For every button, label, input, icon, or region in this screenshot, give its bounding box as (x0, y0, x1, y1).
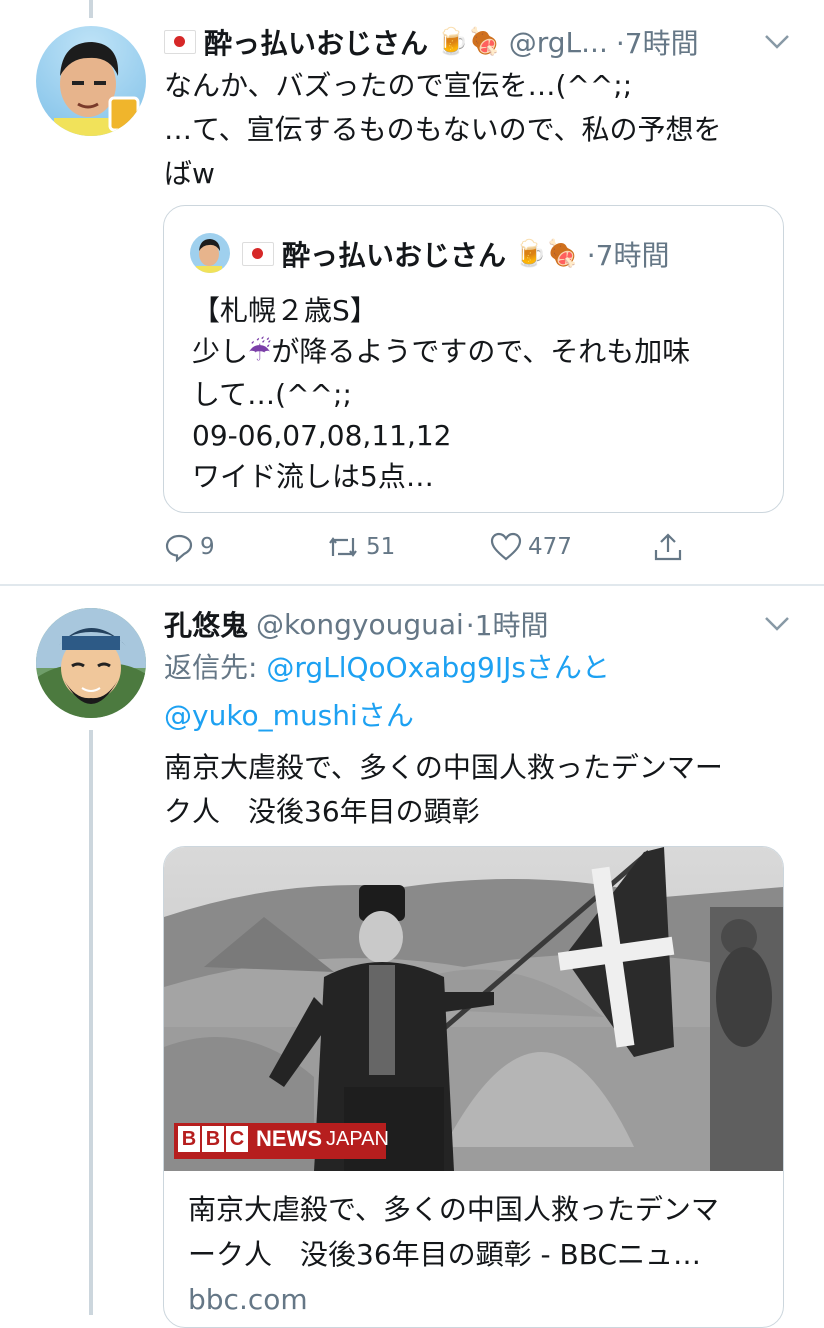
reply-button[interactable]: 9 (164, 532, 215, 562)
japan-flag-icon (164, 30, 196, 54)
tweet-header: 孔悠鬼 @kongyouguai ·1時間 (164, 604, 549, 644)
tweet-text-line: ク人 没後36年目の顕彰 (164, 795, 480, 828)
quote-text-span: 少し (192, 335, 249, 368)
reply-context-line: 返信先: @rgLlQoOxabg9IJsさんと (164, 646, 784, 690)
mention-link[interactable]: @rgLlQoOxabg9IJs (266, 651, 526, 684)
chevron-down-icon[interactable] (764, 34, 790, 50)
timestamp[interactable]: ·1時間 (466, 604, 549, 644)
quote-text-line: 少し☔が降るようですので、それも加味 (192, 331, 762, 374)
share-icon (654, 533, 682, 561)
quote-text-line: 【札幌２歳S】 (192, 294, 378, 327)
tweet-divider (0, 584, 824, 586)
reply-prefix: 返信先: (164, 651, 267, 684)
like-button[interactable]: 477 (490, 532, 572, 562)
reply-count: 9 (200, 534, 215, 560)
handle[interactable]: @rgL... (509, 26, 608, 59)
reply-context-line: @yuko_mushiさん (164, 694, 784, 738)
avatar[interactable] (36, 26, 146, 136)
quote-avatar (190, 233, 230, 273)
tweet-text: なんか、バズったので宣伝を…(^^;; …て、宣伝するものもないので、私の予想を… (164, 64, 784, 196)
name-emojis: 🍺🍖 (436, 27, 501, 57)
quoted-tweet[interactable]: 酔っ払いおじさん 🍺🍖 ·7時間 【札幌２歳S】 少し☔が降るようですので、それ… (163, 205, 784, 513)
display-name[interactable]: 酔っ払いおじさん (204, 22, 428, 62)
bbc-letter-block: C (226, 1126, 248, 1152)
tweet-text-line: なんか、バズったので宣伝を…(^^;; (164, 69, 633, 102)
like-count: 477 (528, 534, 572, 560)
card-text: 南京大虐殺で、多くの中国人救ったデンマ ーク人 没後36年目の顕彰 - BBCニ… (188, 1187, 768, 1322)
retweet-button[interactable]: 51 (326, 532, 395, 562)
display-name[interactable]: 孔悠鬼 (164, 604, 248, 644)
thread-line-bottom (89, 730, 93, 1315)
quote-text-span: が降るようですので、それも加味 (271, 335, 691, 368)
avatar[interactable] (36, 608, 146, 718)
quote-text-line: 09-06,07,08,11,12 (192, 418, 452, 452)
quote-header: 酔っ払いおじさん 🍺🍖 ·7時間 (242, 234, 669, 274)
bbc-news-japan-logo: BBC NEWS JAPAN (178, 1126, 389, 1152)
quote-display-name: 酔っ払いおじさん (282, 239, 507, 272)
bbc-badge: BBC (178, 1126, 248, 1152)
card-image: BBC NEWS JAPAN (164, 847, 783, 1171)
timestamp[interactable]: ·7時間 (616, 22, 699, 62)
quote-text-line: して…(^^;; (192, 377, 352, 411)
heart-icon (490, 532, 522, 561)
japan-flag-icon (242, 242, 274, 266)
reply-icon (165, 534, 193, 562)
card-title-line: 南京大虐殺で、多くの中国人救ったデンマ (188, 1193, 719, 1226)
reply-suffix: さん (357, 699, 414, 732)
logo-news: NEWS (256, 1126, 322, 1151)
quote-text-line: ワイド流しは5点… (192, 459, 434, 493)
thread-line-top (89, 0, 93, 18)
reply-context: 返信先: @rgLlQoOxabg9IJsさんと @yuko_mushiさん (164, 646, 784, 738)
handle[interactable]: @kongyouguai (256, 608, 464, 641)
bbc-letter-block: B (202, 1126, 224, 1152)
tweet-text: 南京大虐殺で、多くの中国人救ったデンマー ク人 没後36年目の顕彰 (164, 746, 784, 834)
card-title-line: ーク人 没後36年目の顕彰 - BBCニュ… (188, 1238, 702, 1271)
retweet-icon (329, 537, 357, 557)
quote-name-emojis: 🍺🍖 (514, 239, 579, 269)
reply-mid: さんと (525, 651, 610, 684)
tweet-text-line: …て、宣伝するものもないので、私の予想を (164, 113, 722, 146)
share-button[interactable] (652, 531, 684, 563)
logo-bbc: BBC (178, 1126, 248, 1152)
link-card[interactable]: BBC NEWS JAPAN 南京大虐殺で、多くの中国人救ったデンマ ーク人 没… (163, 846, 784, 1328)
tweet-text-line: ばw (164, 157, 215, 190)
bbc-letter-block: B (178, 1126, 200, 1152)
logo-japan: JAPAN (326, 1127, 389, 1150)
tweet-header: 酔っ払いおじさん 🍺🍖 @rgL... ·7時間 (164, 22, 699, 62)
chevron-down-icon[interactable] (764, 616, 790, 632)
retweet-count: 51 (366, 534, 396, 560)
quote-timestamp: ·7時間 (586, 239, 670, 272)
card-domain: bbc.com (188, 1283, 308, 1316)
tweet-text-line: 南京大虐殺で、多くの中国人救ったデンマー (164, 751, 723, 784)
quote-text: 【札幌２歳S】 少し☔が降るようですので、それも加味 して…(^^;; 09-0… (192, 290, 762, 497)
umbrella-rain-icon: ☔ (248, 337, 272, 368)
mention-link[interactable]: @yuko_mushi (164, 699, 358, 732)
